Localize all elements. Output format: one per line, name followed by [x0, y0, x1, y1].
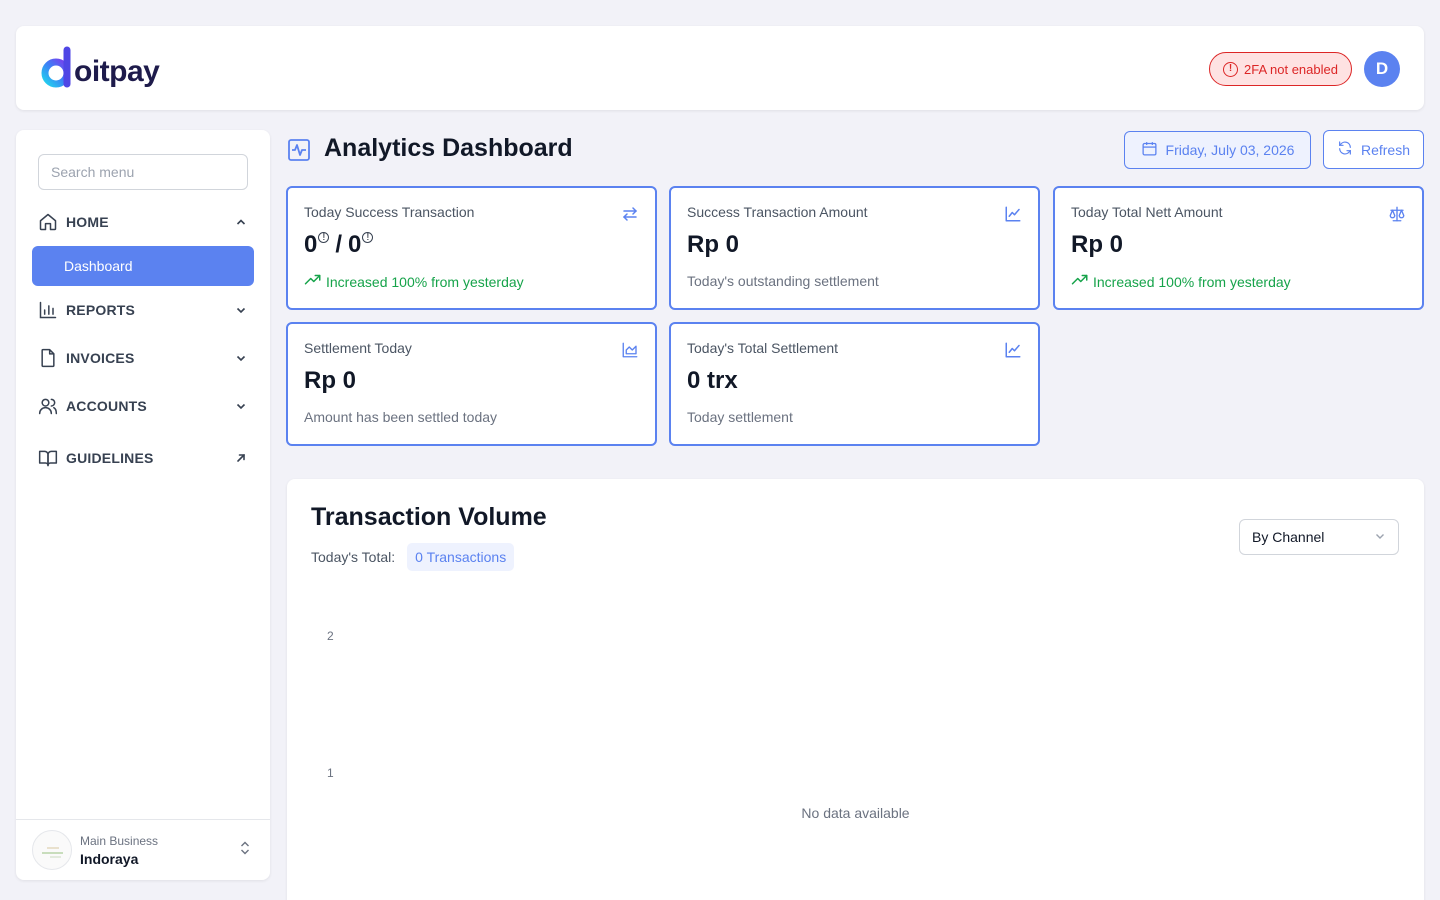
stat-card-success-transaction: Today Success Transaction 0! / 0! Increa…: [286, 186, 657, 310]
sidebar-item-invoices[interactable]: INVOICES: [38, 346, 248, 370]
calendar-icon: [1141, 140, 1158, 160]
business-logo: [32, 830, 72, 870]
info-icon[interactable]: !: [362, 232, 374, 243]
refresh-label: Refresh: [1360, 141, 1411, 158]
card-title: Today's Total Settlement: [687, 340, 839, 356]
total-value-chip: 0 Transactions: [407, 543, 515, 571]
twofa-label: 2FA not enabled: [1244, 61, 1338, 77]
card-note: Increased 100% from yesterday: [304, 273, 639, 290]
sidebar-item-reports[interactable]: REPORTS: [38, 298, 248, 322]
chevron-down-icon: [1374, 529, 1386, 545]
user-avatar[interactable]: D: [1364, 51, 1400, 87]
stat-card-transaction-amount: Success Transaction Amount Rp 0 Today's …: [669, 186, 1040, 310]
sidebar-item-dashboard[interactable]: Dashboard: [32, 246, 254, 286]
logo-mark-icon: [40, 46, 78, 90]
sidebar-item-home[interactable]: HOME: [38, 210, 248, 234]
value-separator: /: [335, 231, 343, 258]
card-note: Increased 100% from yesterday: [1071, 273, 1406, 290]
line-chart-icon: [1004, 341, 1022, 359]
card-title: Settlement Today: [304, 340, 412, 356]
scale-icon: [1388, 205, 1406, 223]
sidebar: HOME Dashboard REPORTS INVOICES ACCOUNTS: [16, 130, 270, 880]
page-title: Analytics Dashboard: [324, 134, 573, 162]
y-axis-tick: 1: [327, 766, 334, 780]
alert-circle-icon: !: [1223, 61, 1238, 77]
trending-up-icon: [304, 273, 322, 290]
activity-square-icon: [287, 138, 311, 162]
card-note: Amount has been settled today: [304, 409, 498, 425]
doitpay-logo[interactable]: oitpay: [40, 44, 160, 92]
card-note-text: Increased 100% from yesterday: [326, 273, 524, 290]
section-title: Transaction Volume: [311, 503, 547, 531]
users-icon: [38, 396, 58, 416]
sidebar-item-label: INVOICES: [66, 350, 135, 366]
info-icon[interactable]: !: [318, 232, 330, 243]
business-type: Main Business: [80, 833, 159, 848]
channel-filter-select[interactable]: By Channel: [1239, 519, 1399, 555]
today-total: Today's Total: 0 Transactions: [311, 543, 515, 571]
line-chart-icon: [1004, 205, 1022, 223]
business-name: Indoraya: [80, 850, 139, 867]
refresh-icon: [1337, 140, 1353, 159]
chevron-up-icon: [234, 215, 248, 229]
card-note: Today settlement: [687, 409, 793, 425]
total-label: Today's Total:: [311, 549, 396, 565]
card-title: Success Transaction Amount: [687, 204, 868, 220]
business-switcher[interactable]: Main Business Indoraya: [16, 819, 270, 880]
chevron-up-down-icon: [238, 840, 254, 861]
date-label: Friday, July 03, 2026: [1165, 142, 1295, 158]
select-value: By Channel: [1252, 529, 1325, 545]
stat-card-nett-amount: Today Total Nett Amount Rp 0 Increased 1…: [1053, 186, 1424, 310]
twofa-warning-badge[interactable]: ! 2FA not enabled: [1209, 52, 1352, 86]
home-icon: [38, 212, 58, 232]
transaction-volume-panel: Transaction Volume Today's Total: 0 Tran…: [287, 479, 1424, 900]
card-value: Rp 0: [304, 367, 357, 394]
stat-card-total-settlement: Today's Total Settlement 0 trx Today set…: [669, 322, 1040, 446]
refresh-button[interactable]: Refresh: [1323, 130, 1424, 169]
y-axis-tick: 2: [327, 629, 334, 643]
search-menu-input[interactable]: [38, 154, 248, 190]
card-note: Today's outstanding settlement: [687, 273, 879, 289]
sidebar-item-label: REPORTS: [66, 302, 136, 318]
book-icon: [38, 448, 58, 468]
card-value: 0! / 0!: [304, 231, 639, 259]
sidebar-item-label: HOME: [66, 214, 109, 230]
chevron-down-icon: [234, 303, 248, 317]
stat-card-settlement-today: Settlement Today Rp 0 Amount has been se…: [286, 322, 657, 446]
sidebar-item-label: GUIDELINES: [66, 450, 154, 466]
card-note-text: Increased 100% from yesterday: [1093, 273, 1291, 290]
document-icon: [38, 348, 58, 368]
chevron-down-icon: [234, 399, 248, 413]
trending-up-icon: [1071, 273, 1089, 290]
total-count: 0: [348, 231, 362, 258]
bar-chart-icon: [38, 300, 58, 320]
swap-icon: [621, 205, 639, 223]
top-header: oitpay ! 2FA not enabled D: [16, 26, 1424, 110]
card-value: Rp 0: [1071, 231, 1124, 258]
card-title: Today Total Nett Amount: [1071, 204, 1223, 220]
area-chart-icon: [621, 341, 639, 359]
sidebar-item-label: ACCOUNTS: [66, 398, 147, 414]
sidebar-item-guidelines[interactable]: GUIDELINES: [38, 446, 248, 470]
date-picker-button[interactable]: Friday, July 03, 2026: [1124, 131, 1311, 169]
card-value: Rp 0: [687, 231, 740, 258]
card-title: Today Success Transaction: [304, 204, 475, 220]
empty-state-text: No data available: [801, 805, 910, 821]
success-count: 0: [304, 231, 318, 258]
logo-text: oitpay: [74, 55, 160, 88]
external-link-icon: [234, 451, 248, 465]
sidebar-item-accounts[interactable]: ACCOUNTS: [38, 394, 248, 418]
chevron-down-icon: [234, 351, 248, 365]
card-value: 0 trx: [687, 367, 738, 394]
